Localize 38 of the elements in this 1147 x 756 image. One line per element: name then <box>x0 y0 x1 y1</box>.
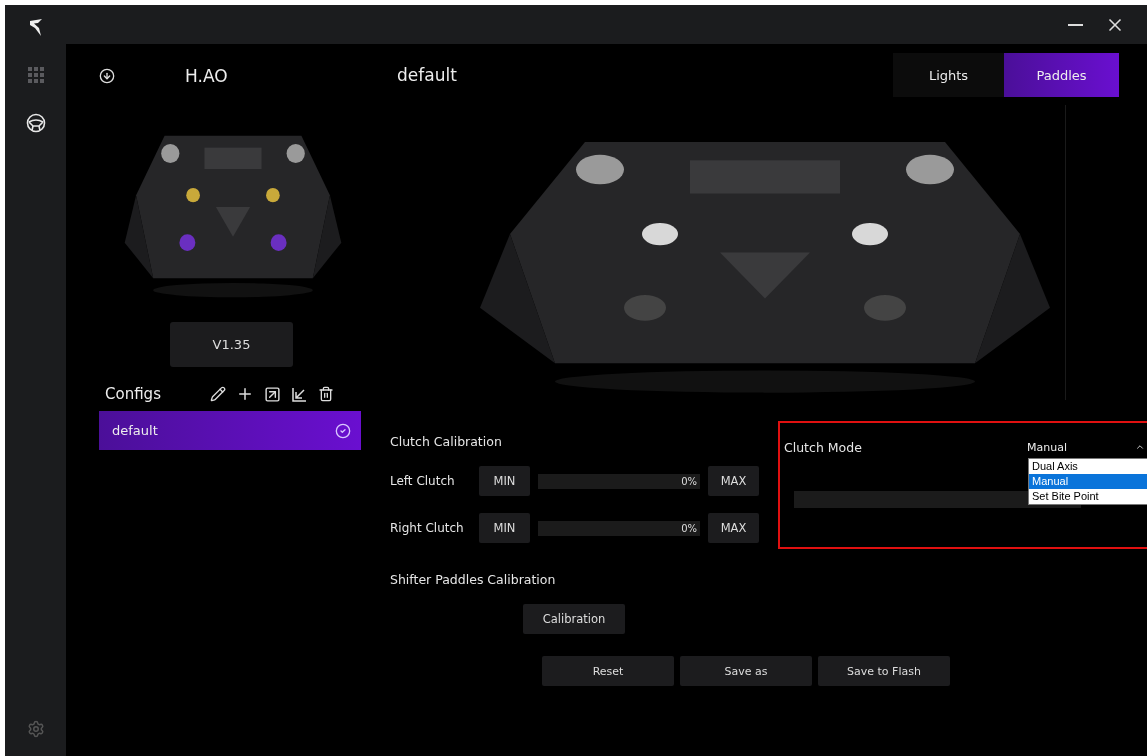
check-icon <box>335 422 351 439</box>
logo-icon <box>28 19 43 37</box>
section-title: Shifter Paddles Calibration <box>390 572 557 587</box>
minimize-icon <box>1068 23 1083 26</box>
min-button[interactable]: MIN <box>479 466 530 496</box>
min-button[interactable]: MIN <box>479 513 530 543</box>
nav-button[interactable] <box>25 113 46 133</box>
action-button[interactable]: Save as <box>680 656 812 686</box>
grid-icon <box>27 67 44 83</box>
rename-button[interactable] <box>210 386 226 402</box>
configs-title: Configs <box>105 385 162 403</box>
steering-wheel-icon <box>25 113 46 133</box>
section-title: Clutch Calibration <box>390 434 503 449</box>
import-button[interactable] <box>291 385 308 403</box>
progress-reading: 0% <box>681 475 697 487</box>
delete-button[interactable] <box>318 386 334 402</box>
calibration-button[interactable]: Calibration <box>523 604 625 634</box>
minimize-button[interactable] <box>1068 23 1083 26</box>
progress-reading: 0% <box>681 522 697 534</box>
add-button[interactable] <box>236 385 254 403</box>
row-label: Left Clutch <box>390 474 456 488</box>
action-button[interactable]: Reset <box>542 656 674 686</box>
max-button[interactable]: MAX <box>708 513 759 543</box>
tab[interactable]: Paddles <box>1004 53 1119 97</box>
firmware-button[interactable]: V1.35 <box>170 322 293 367</box>
profile-title: default <box>397 65 457 85</box>
device-name: H.AO <box>185 66 228 86</box>
settings-icon <box>26 720 45 738</box>
dropdown-option[interactable]: Manual <box>1029 474 1147 489</box>
section-title: Clutch Mode <box>784 439 862 455</box>
export-button[interactable] <box>264 385 281 403</box>
config-item[interactable]: default <box>99 411 361 450</box>
action-button[interactable]: Save to Flash <box>818 656 950 686</box>
row-label: Right Clutch <box>390 521 465 535</box>
tab[interactable]: Lights <box>893 53 1004 97</box>
download-button[interactable] <box>99 68 115 84</box>
max-button[interactable]: MAX <box>708 466 759 496</box>
caret-icon <box>1135 442 1145 452</box>
